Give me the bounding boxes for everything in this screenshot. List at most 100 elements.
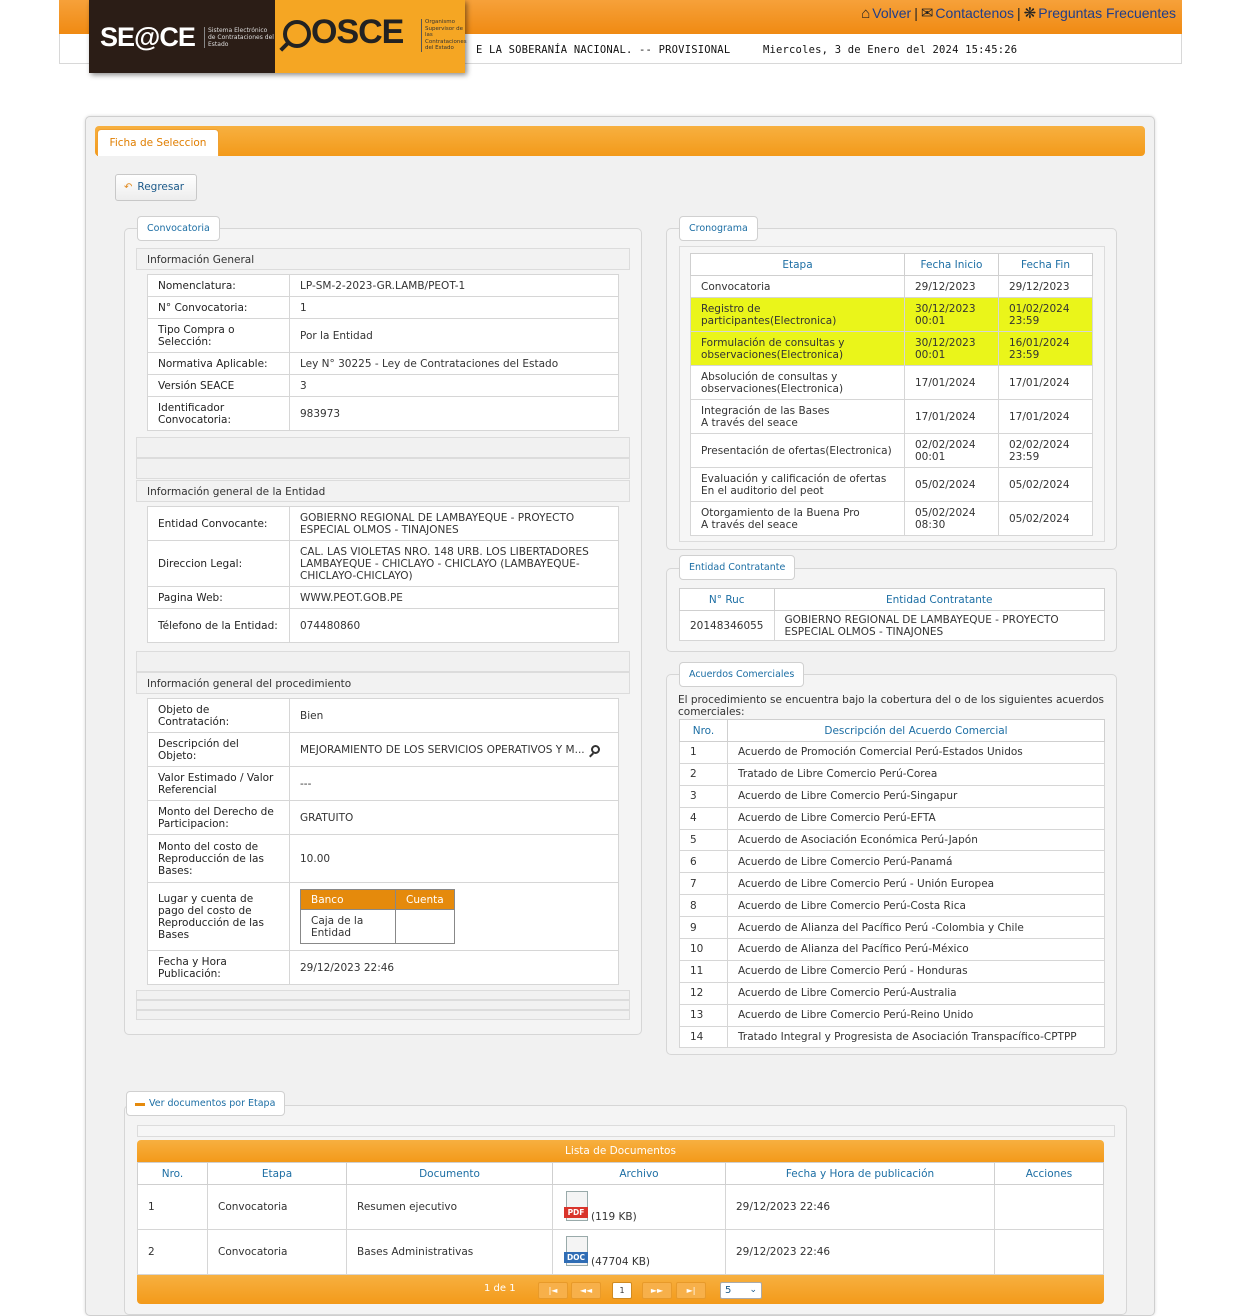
fecha-fin: 05/02/2024 bbox=[998, 501, 1093, 536]
field-label: Monto del Derecho de Participacion: bbox=[147, 800, 290, 835]
acuerdo-row: 4 Acuerdo de Libre Comercio Perú-EFTA bbox=[679, 806, 1105, 830]
top-links: ⌂ Volver | ✉ Contactenos | ❋ Preguntas Frecuent… bbox=[861, 5, 1176, 22]
field-label: Pagina Web: bbox=[147, 586, 290, 609]
doc-file-icon[interactable]: DOC bbox=[563, 1236, 591, 1268]
field-value: Ley N° 30225 - Ley de Contrataciones del… bbox=[289, 352, 619, 375]
current-page-button[interactable]: 1 bbox=[612, 1282, 632, 1299]
next-page-button[interactable]: ►► bbox=[642, 1282, 672, 1299]
logo[interactable]: SE@CE Sistema Electrónico de Contratacio… bbox=[89, 0, 467, 73]
cronograma-row: Otorgamiento de la Buena Pro A través del… bbox=[690, 501, 1093, 536]
acuerdo-nro: 10 bbox=[679, 938, 728, 961]
osce-logo-text: OSCE bbox=[311, 13, 404, 51]
info-row: N° Convocatoria: 1 bbox=[147, 296, 619, 319]
field-value: CAL. LAS VIOLETAS NRO. 148 URB. LOS LIBE… bbox=[289, 540, 619, 587]
acuerdo-row: 12 Acuerdo de Libre Comercio Perú-Austral… bbox=[679, 981, 1105, 1005]
convocatoria-legend[interactable]: Convocatoria bbox=[137, 216, 220, 241]
acuerdos-legend[interactable]: Acuerdos Comerciales bbox=[679, 662, 805, 687]
fecha-fin: 17/01/2024 bbox=[998, 365, 1093, 400]
pdf-file-icon[interactable]: PDF bbox=[563, 1191, 591, 1223]
bank-header-row: Banco Cuenta bbox=[300, 889, 455, 910]
documentos-header: Nro. bbox=[137, 1162, 208, 1185]
etapa-cell: Integración de las Bases A través del sea… bbox=[690, 399, 905, 434]
preguntas-frecuentes-link[interactable]: Preguntas Frecuentes bbox=[1038, 5, 1176, 21]
info-row: Tipo Compra o Selección: Por la Entidad bbox=[147, 318, 619, 353]
field-value: 983973 bbox=[289, 396, 619, 431]
acuerdo-descripcion: Acuerdo de Libre Comercio Perú - Unión E… bbox=[727, 872, 1105, 896]
etapa-name: Evaluación y calificación de ofertas bbox=[701, 472, 887, 485]
volver-link[interactable]: Volver bbox=[872, 5, 911, 21]
field-value: GRATUITO bbox=[289, 800, 619, 835]
fecha-fin: 17/01/2024 bbox=[998, 399, 1093, 434]
acuerdo-row: 2 Tratado de Libre Comercio Perú-Corea bbox=[679, 762, 1105, 786]
last-page-button[interactable]: ►| bbox=[676, 1282, 706, 1299]
acuerdo-descripcion: Tratado de Libre Comercio Perú-Corea bbox=[727, 762, 1105, 786]
search-icon[interactable] bbox=[590, 745, 600, 754]
ruc-value: 20148346055 bbox=[679, 610, 775, 641]
documentos-header: Documento bbox=[346, 1162, 553, 1185]
cuenta-header: Cuenta bbox=[395, 889, 455, 910]
documentos-legend[interactable]: Ver documentos por Etapa bbox=[126, 1091, 286, 1116]
info-row: Entidad Convocante: GOBIERNO REGIONAL DE … bbox=[147, 506, 619, 541]
acuerdo-row: 14 Tratado Integral y Progresista de Asoc… bbox=[679, 1025, 1105, 1049]
acuerdo-descripcion: Acuerdo de Libre Comercio Perú-Panamá bbox=[727, 850, 1105, 874]
page-size-select[interactable]: 5 ⌄ bbox=[720, 1282, 762, 1299]
documentos-header: Acciones bbox=[994, 1162, 1104, 1185]
etapa-cell: Formulación de consultas y observaciones… bbox=[690, 331, 905, 366]
field-label: Normativa Aplicable: bbox=[147, 352, 290, 375]
cronograma-legend[interactable]: Cronograma bbox=[679, 216, 758, 241]
documento-acciones bbox=[994, 1229, 1104, 1275]
field-label: Nomenclatura: bbox=[147, 274, 290, 297]
field-value-text: --- bbox=[300, 777, 312, 790]
documentos-table: Nro. Etapa Documento Archivo Fecha y Hora de… bbox=[137, 1162, 1104, 1275]
acuerdo-descripcion: Acuerdo de Alianza del Pacífico Perú -Co… bbox=[727, 916, 1105, 940]
acuerdo-row: 7 Acuerdo de Libre Comercio Perú - Unión … bbox=[679, 872, 1105, 896]
fecha-fin: 02/02/2024 23:59 bbox=[998, 433, 1093, 468]
etapa-name: Convocatoria bbox=[701, 280, 771, 293]
pagination-bar: 1 de 1 |◄ ◄◄ 1 ►► ►| 5 ⌄ bbox=[137, 1275, 1104, 1304]
field-value-text: WWW.PEOT.GOB.PE bbox=[300, 591, 403, 604]
osce-logo: OSCE Organismo Supervisor de las Contrat… bbox=[275, 0, 467, 73]
field-value-text: LP-SM-2-2023-GR.LAMB/PEOT-1 bbox=[300, 279, 466, 292]
etapa-name: Presentación de ofertas(Electronica) bbox=[701, 444, 892, 457]
regresar-button[interactable]: ↶ Regresar bbox=[115, 174, 197, 201]
field-label: Tipo Compra o Selección: bbox=[147, 318, 290, 353]
info-row: Lugar y cuenta de pago del costo de Repr… bbox=[147, 882, 619, 951]
tab-bar bbox=[95, 126, 1145, 156]
procedimiento-heading: Información general del procedimiento bbox=[136, 672, 630, 694]
contactenos-link[interactable]: Contactenos bbox=[935, 5, 1014, 21]
documentos-header: Archivo bbox=[552, 1162, 726, 1185]
descripcion-header: Descripción del Acuerdo Comercial bbox=[727, 719, 1105, 742]
documento-archivo: PDF (119 KB) bbox=[552, 1184, 726, 1230]
etapa-detail: A través del seace bbox=[701, 416, 798, 429]
etapa-cell: Otorgamiento de la Buena Pro A través del… bbox=[690, 501, 905, 536]
documento-row: 1 Convocatoria Resumen ejecutivo PDF (119 KB… bbox=[137, 1184, 1104, 1230]
field-label: Monto del costo de Reproducción de las B… bbox=[147, 834, 290, 883]
section-spacer bbox=[136, 1010, 630, 1020]
fecha-inicio: 02/02/2024 00:01 bbox=[904, 433, 999, 468]
tab-ficha-seleccion[interactable]: Ficha de Seleccion bbox=[97, 129, 219, 156]
acuerdo-nro: 3 bbox=[679, 784, 728, 808]
acuerdo-nro: 14 bbox=[679, 1025, 728, 1049]
fecha-fin: 05/02/2024 bbox=[998, 467, 1093, 502]
acuerdo-descripcion: Acuerdo de Libre Comercio Perú - Hondura… bbox=[727, 959, 1105, 983]
prev-page-button[interactable]: ◄◄ bbox=[571, 1282, 601, 1299]
entidad-contratante-legend[interactable]: Entidad Contratante bbox=[679, 555, 796, 580]
field-label: N° Convocatoria: bbox=[147, 296, 290, 319]
cronograma-table: Etapa Fecha Inicio Fecha Fin Convocatoria 2… bbox=[690, 253, 1093, 536]
fecha-inicio: 17/01/2024 bbox=[904, 399, 999, 434]
field-value-text: CAL. LAS VIOLETAS NRO. 148 URB. LOS LIBE… bbox=[300, 545, 589, 582]
etapa-cell: Absolución de consultas y observaciones(… bbox=[690, 365, 905, 400]
first-page-button[interactable]: |◄ bbox=[538, 1282, 568, 1299]
documento-archivo: DOC (47704 KB) bbox=[552, 1229, 726, 1275]
acuerdo-descripcion: Tratado Integral y Progresista de Asocia… bbox=[727, 1025, 1105, 1049]
documentos-frame bbox=[137, 1125, 1115, 1137]
acuerdo-row: 11 Acuerdo de Libre Comercio Perú - Hondu… bbox=[679, 959, 1105, 983]
fecha-fin: 29/12/2023 bbox=[998, 275, 1093, 298]
field-value-text: 074480860 bbox=[300, 619, 361, 632]
acuerdo-descripcion: Acuerdo de Libre Comercio Perú-Reino Uni… bbox=[727, 1003, 1105, 1027]
file-size: (119 KB) bbox=[591, 1211, 637, 1223]
collapse-icon bbox=[135, 1103, 145, 1106]
acuerdo-nro: 1 bbox=[679, 741, 728, 764]
field-value-text: Por la Entidad bbox=[300, 329, 373, 342]
info-row: Nomenclatura: LP-SM-2-2023-GR.LAMB/PEOT-1 bbox=[147, 274, 619, 297]
